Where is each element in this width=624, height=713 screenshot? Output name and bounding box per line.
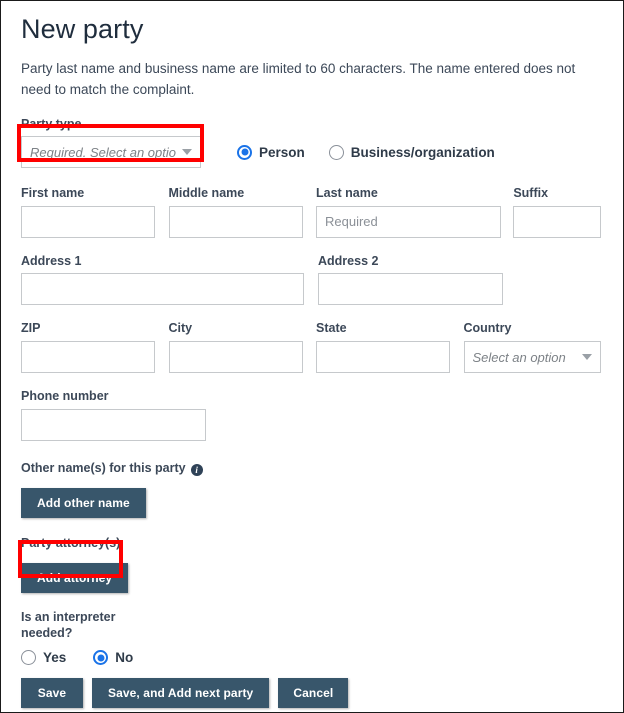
radio-interpreter-yes-control[interactable] — [21, 650, 36, 666]
save-and-add-next-party-button[interactable]: Save, and Add next party — [92, 678, 270, 709]
other-names-label: Other name(s) for this party — [21, 460, 186, 475]
party-attorneys-label: Party attorney(s) — [21, 535, 121, 550]
first-name-input[interactable] — [21, 205, 155, 238]
party-attorneys-section: Party attorney(s) Add attorney — [21, 534, 603, 593]
middle-name-input[interactable] — [168, 205, 303, 238]
radio-interpreter-no-control[interactable] — [93, 650, 109, 666]
first-name-group: First name — [21, 186, 169, 238]
other-names-label-row: Other name(s) for this party i — [21, 459, 603, 477]
radio-interpreter-no-label: No — [115, 650, 134, 666]
radio-person[interactable]: Person — [237, 144, 305, 160]
radio-person-control[interactable] — [237, 144, 252, 160]
cancel-button[interactable]: Cancel — [278, 678, 349, 709]
chevron-down-icon — [581, 354, 592, 361]
interpreter-section: Is an interpreter needed? Yes No — [21, 609, 603, 666]
address2-input[interactable] — [318, 273, 503, 306]
name-fields-row: First name Middle name Last name Suffix — [21, 186, 603, 238]
address1-label: Address 1 — [21, 253, 82, 268]
last-name-label: Last name — [316, 186, 378, 201]
city-label: City — [168, 321, 193, 336]
country-dropdown[interactable]: Select an option — [463, 341, 601, 374]
party-type-dropdown[interactable]: Required. Select an option — [21, 136, 201, 169]
new-party-form-page: New party Party last name and business n… — [0, 0, 624, 713]
add-attorney-button[interactable]: Add attorney — [21, 562, 129, 593]
radio-business-organization[interactable]: Business/organization — [328, 144, 495, 160]
zip-label: ZIP — [21, 321, 41, 336]
other-names-section: Other name(s) for this party i Add other … — [21, 459, 603, 518]
form-actions: Save Save, and Add next party Cancel — [21, 678, 603, 709]
suffix-group: Suffix — [513, 186, 603, 238]
save-button[interactable]: Save — [21, 678, 83, 709]
info-icon[interactable]: i — [190, 464, 203, 477]
zip-input[interactable] — [21, 341, 155, 374]
phone-input[interactable] — [21, 408, 206, 441]
phone-label: Phone number — [21, 389, 109, 404]
city-group: City — [168, 321, 317, 374]
address1-input[interactable] — [21, 273, 304, 306]
party-type-label: Party type — [21, 116, 82, 131]
last-name-group: Last name — [316, 186, 513, 238]
middle-name-label: Middle name — [168, 186, 245, 201]
address-fields-row: Address 1 Address 2 — [21, 254, 603, 306]
phone-group: Phone number — [21, 389, 603, 441]
city-input[interactable] — [168, 341, 303, 374]
state-input[interactable] — [316, 341, 450, 374]
country-dropdown-value: Select an option — [472, 349, 566, 365]
zip-group: ZIP — [21, 321, 169, 374]
radio-interpreter-no[interactable]: No — [93, 650, 134, 666]
interpreter-label: Is an interpreter needed? — [21, 609, 116, 640]
address2-group: Address 2 — [318, 254, 516, 306]
chevron-down-icon — [182, 149, 192, 156]
radio-business-organization-control[interactable] — [328, 144, 344, 160]
first-name-label: First name — [21, 186, 85, 201]
country-group: Country Select an option — [463, 321, 604, 374]
suffix-label: Suffix — [513, 186, 549, 201]
radio-interpreter-yes-label: Yes — [43, 650, 67, 666]
add-other-name-button[interactable]: Add other name — [21, 487, 146, 518]
radio-interpreter-yes[interactable]: Yes — [21, 650, 67, 666]
middle-name-group: Middle name — [168, 186, 317, 238]
last-name-input[interactable] — [316, 205, 501, 238]
page-description: Party last name and business name are li… — [21, 60, 576, 97]
address1-group: Address 1 — [21, 254, 318, 306]
location-fields-row: ZIP City State Country Select an option — [21, 321, 604, 374]
state-label: State — [316, 321, 347, 336]
party-type-dropdown-value: Required. Select an option — [30, 144, 176, 160]
state-group: State — [316, 321, 464, 374]
radio-business-organization-label: Business/organization — [350, 144, 495, 160]
address2-label: Address 2 — [318, 253, 379, 268]
party-type-section: Party type Required. Select an option Pe… — [21, 117, 603, 169]
suffix-input[interactable] — [513, 205, 602, 238]
radio-person-label: Person — [259, 144, 305, 160]
country-label: Country — [463, 321, 512, 336]
page-title: New party — [21, 14, 144, 44]
